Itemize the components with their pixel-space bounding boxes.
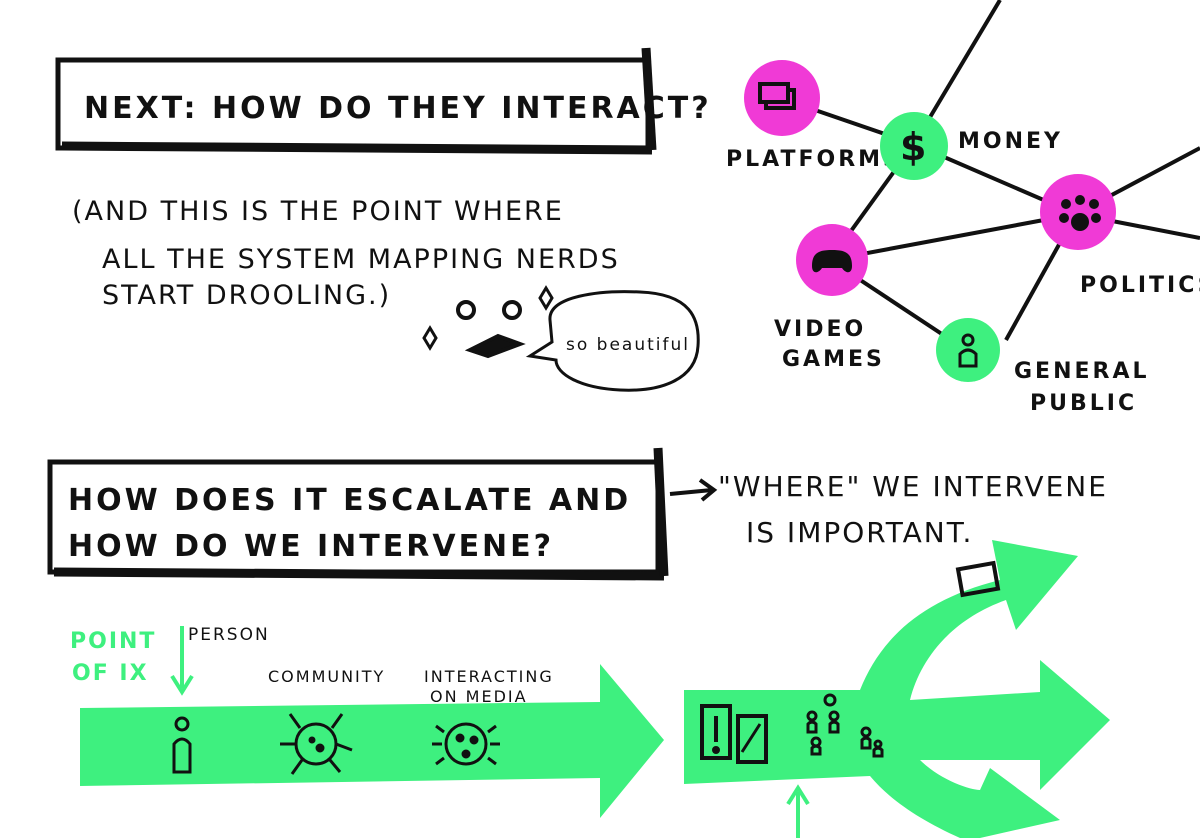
label-general-public-2: PUBLIC xyxy=(1030,391,1137,416)
label-community: COMMUNITY xyxy=(268,667,385,686)
node-general-public xyxy=(936,318,1000,382)
branching-arrow xyxy=(684,540,1110,838)
dollar-icon: $ xyxy=(900,125,926,169)
node-platforms xyxy=(744,60,820,136)
label-video-games-2: GAMES xyxy=(782,347,885,372)
drool-note-line2: ALL THE SYSTEM MAPPING NERDS xyxy=(102,244,620,275)
node-politics xyxy=(1040,174,1116,250)
section1-title-box: NEXT: HOW DO THEY INTERACT? xyxy=(55,47,712,155)
sketchnote-canvas: NEXT: HOW DO THEY INTERACT? (AND THIS IS… xyxy=(47,0,1200,838)
label-general-public-1: GENERAL xyxy=(1014,359,1150,384)
drooling-face-icon xyxy=(422,285,554,359)
intervene-note-line1: "WHERE" WE INTERVENE xyxy=(718,470,1108,503)
label-point-of-ix-1: POINT xyxy=(70,629,156,654)
drool-note-line3: START DROOLING.) xyxy=(102,280,391,311)
label-point-of-ix-2: OF IX xyxy=(72,661,149,686)
label-person: PERSON xyxy=(188,625,270,645)
label-money: MONEY xyxy=(958,129,1063,154)
drool-note-line1: (AND THIS IS THE POINT WHERE xyxy=(72,196,564,227)
speech-bubble: so beautiful xyxy=(525,290,700,392)
label-politics: POLITICS xyxy=(1080,273,1200,298)
intervene-note-line2: IS IMPORTANT. xyxy=(746,516,973,549)
speech-text: so beautiful xyxy=(566,335,690,355)
escalation-arrow xyxy=(80,664,664,818)
arrow-up-icon xyxy=(786,784,810,838)
label-interacting-2: ON MEDIA xyxy=(430,687,528,706)
section2-title-line2: HOW DO WE INTERVENE? xyxy=(68,529,554,564)
section2-title-box: HOW DOES IT ESCALATE AND HOW DO WE INTER… xyxy=(47,447,669,581)
label-platforms: PLATFORMS xyxy=(726,147,902,172)
label-interacting-1: INTERACTING xyxy=(424,667,554,686)
section1-title: NEXT: HOW DO THEY INTERACT? xyxy=(84,91,712,126)
node-video-games xyxy=(796,224,868,296)
node-money: $ xyxy=(880,112,948,180)
section2-title-line1: HOW DOES IT ESCALATE AND xyxy=(68,483,631,518)
label-video-games-1: VIDEO xyxy=(774,317,866,342)
arrow-right-icon xyxy=(669,478,718,502)
